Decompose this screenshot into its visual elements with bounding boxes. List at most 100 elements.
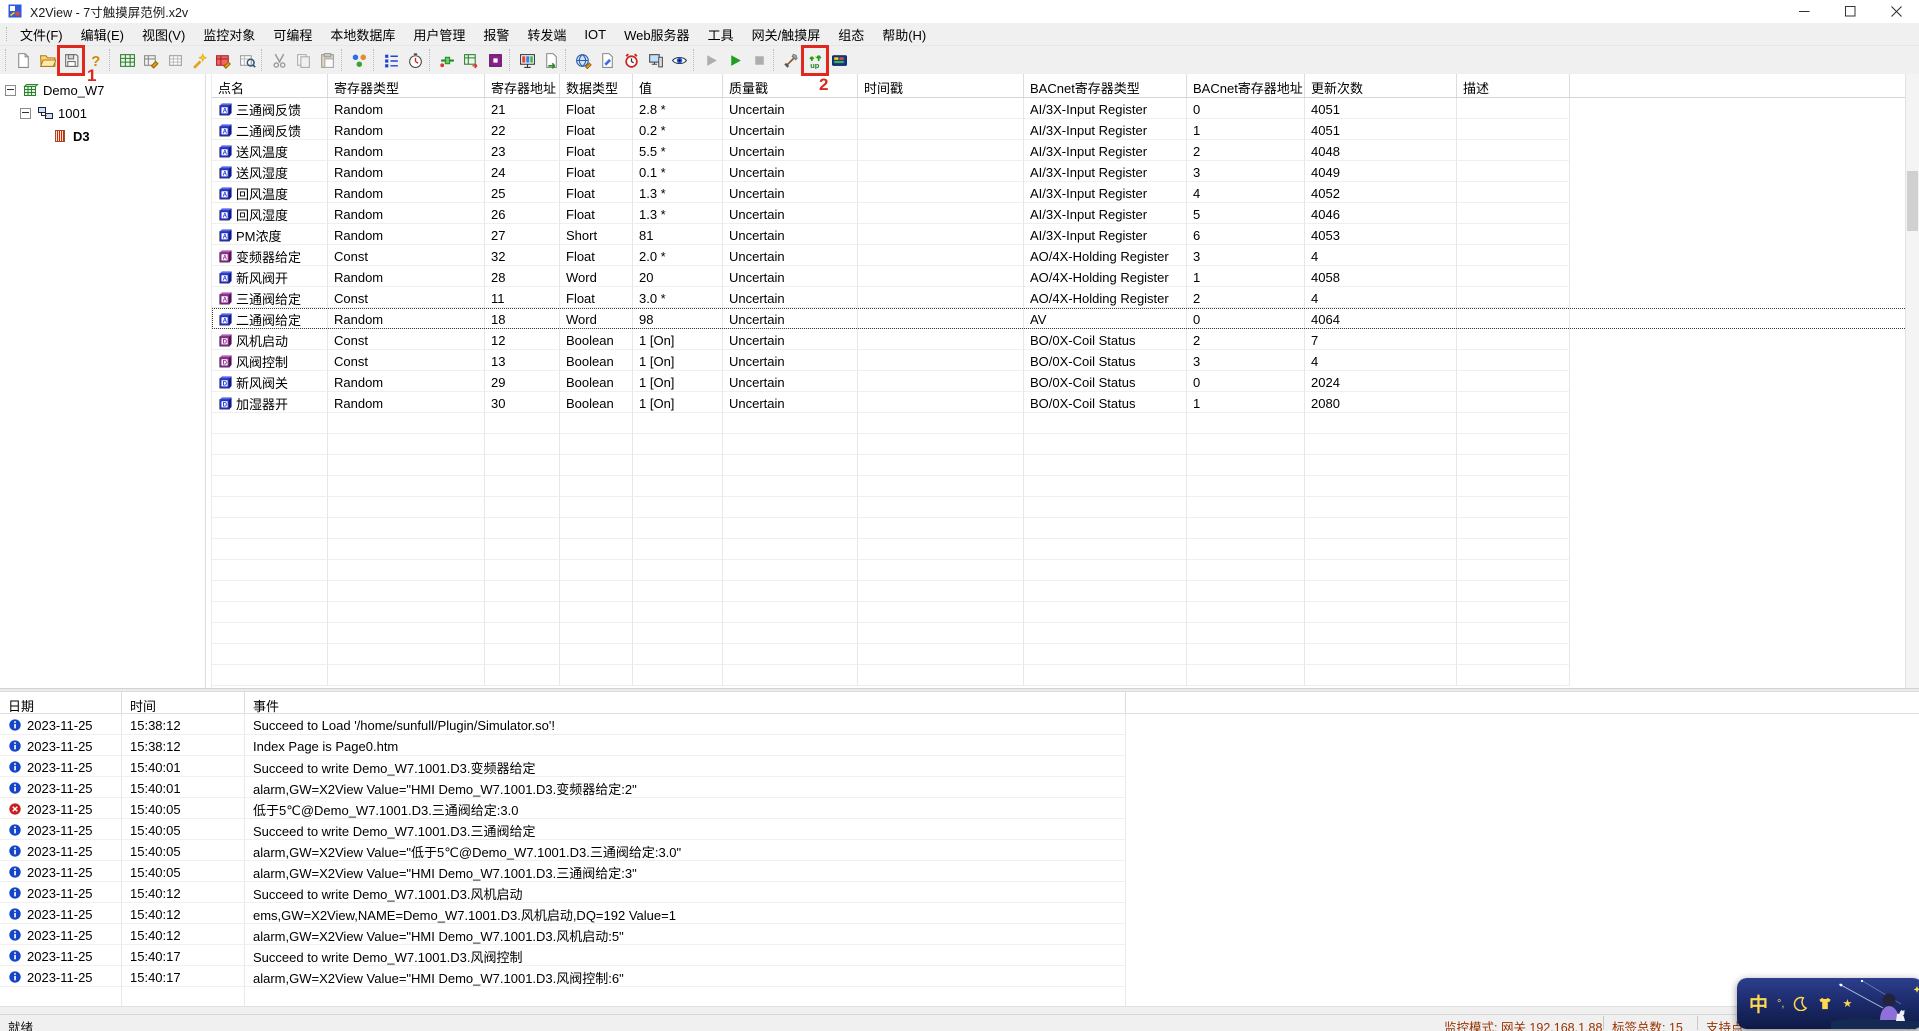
- menu-item-12[interactable]: 网关/触摸屏: [743, 23, 830, 46]
- cut-icon[interactable]: [267, 48, 291, 72]
- table-row-empty[interactable]: [212, 602, 1919, 623]
- table-row[interactable]: A 新风阀开 Random 28 Word 20 Uncertain AO/4X-Holdin…: [212, 266, 1919, 287]
- column-header-4[interactable]: 值: [633, 74, 723, 97]
- table-row-empty[interactable]: [212, 476, 1919, 497]
- tree-item-demo_w7[interactable]: Demo_W7: [5, 80, 104, 100]
- computer-icon[interactable]: [643, 48, 667, 72]
- table-row-empty[interactable]: [212, 497, 1919, 518]
- play-green-icon[interactable]: [723, 48, 747, 72]
- log-row[interactable]: 2023-11-25 15:40:05 alarm,GW=X2View Value=…: [0, 861, 1919, 882]
- column-header-3[interactable]: 数据类型: [560, 74, 633, 97]
- io-green-icon[interactable]: [435, 48, 459, 72]
- play-gray-icon[interactable]: [699, 48, 723, 72]
- column-header-1[interactable]: 寄存器类型: [328, 74, 485, 97]
- log-row[interactable]: 2023-11-25 15:40:12 Succeed to write Demo_…: [0, 882, 1919, 903]
- log-row[interactable]: 2023-11-25 15:40:05 alarm,GW=X2View Value=…: [0, 840, 1919, 861]
- log-row[interactable]: 2023-11-25 15:40:12 alarm,GW=X2View Value=…: [0, 924, 1919, 945]
- table-row[interactable]: D 加湿器开 Random 30 Boolean 1 [On] Uncertain BO/0X…: [212, 392, 1919, 413]
- table-row[interactable]: A 回风温度 Random 25 Float 1.3 * Uncertain AI/3X-In…: [212, 182, 1919, 203]
- table-row-empty[interactable]: [212, 560, 1919, 581]
- stop-gray-icon[interactable]: [747, 48, 771, 72]
- column-header-6[interactable]: 时间戳: [858, 74, 1024, 97]
- table-row[interactable]: A 二通阀反馈 Random 22 Float 0.2 * Uncertain AI/3X-I…: [212, 119, 1919, 140]
- eye-icon[interactable]: [667, 48, 691, 72]
- menu-item-9[interactable]: IOT: [575, 25, 615, 44]
- log-row[interactable]: 2023-11-25 15:40:05 Succeed to write Demo_…: [0, 819, 1919, 840]
- new-file-icon[interactable]: [11, 48, 35, 72]
- table-row[interactable]: A 变频器给定 Const 32 Float 2.0 * Uncertain AO/4X-Ho…: [212, 245, 1919, 266]
- column-header-2[interactable]: 寄存器地址: [485, 74, 560, 97]
- menu-item-2[interactable]: 视图(V): [133, 23, 194, 46]
- table-row-empty[interactable]: [212, 539, 1919, 560]
- doc-export-icon[interactable]: [539, 48, 563, 72]
- upload-up-icon[interactable]: up 2: [801, 45, 829, 94]
- red-edit-icon[interactable]: [211, 48, 235, 72]
- menu-item-14[interactable]: 帮助(H): [873, 23, 935, 46]
- table-row[interactable]: D 风阀控制 Const 13 Boolean 1 [On] Uncertain BO/0X-…: [212, 350, 1919, 371]
- log-row[interactable]: 2023-11-25 15:40:01 Succeed to write Demo_…: [0, 756, 1919, 777]
- column-header-10[interactable]: 描述: [1457, 74, 1570, 97]
- scrollbar-thumb[interactable]: [1907, 171, 1918, 231]
- table-row-empty[interactable]: [212, 665, 1919, 686]
- list-blue-icon[interactable]: [379, 48, 403, 72]
- magic-icon[interactable]: [187, 48, 211, 72]
- save-icon[interactable]: 1: [57, 45, 96, 85]
- grid-view-icon[interactable]: [235, 48, 259, 72]
- copy-icon[interactable]: [291, 48, 315, 72]
- table-row-empty[interactable]: [212, 644, 1919, 665]
- log-column-header-1[interactable]: 时间: [122, 692, 245, 714]
- table-row-empty[interactable]: [212, 434, 1919, 455]
- tree-item-1001[interactable]: 1001: [20, 103, 87, 123]
- monitor-object-icon[interactable]: [347, 48, 371, 72]
- table-row[interactable]: A 回风湿度 Random 26 Float 1.3 * Uncertain AI/3X-In…: [212, 203, 1919, 224]
- io-table-icon[interactable]: [459, 48, 483, 72]
- table-row-empty[interactable]: [212, 581, 1919, 602]
- table-row-empty[interactable]: [212, 518, 1919, 539]
- menu-item-1[interactable]: 编辑(E): [72, 23, 133, 46]
- table-row[interactable]: D 新风阀关 Random 29 Boolean 1 [On] Uncertain BO/0X…: [212, 371, 1919, 392]
- table-row[interactable]: A 三通阀反馈 Random 21 Float 2.8 * Uncertain AI/3X-I…: [212, 98, 1919, 119]
- menu-item-10[interactable]: Web服务器: [615, 23, 699, 46]
- hmi-monitor-icon[interactable]: [515, 48, 539, 72]
- table-row[interactable]: A 二通阀给定 Random 18 Word 98 Uncertain AV 0 4064: [212, 308, 1919, 329]
- log-row[interactable]: 2023-11-25 15:40:05 低于5℃@Demo_W7.1001.D3.三…: [0, 798, 1919, 819]
- hmi-screen-icon[interactable]: [827, 48, 851, 72]
- table-vertical-scrollbar[interactable]: [1905, 74, 1919, 688]
- paste-icon[interactable]: [315, 48, 339, 72]
- log-row[interactable]: 2023-11-25 15:38:12 Index Page is Page0.ht…: [0, 735, 1919, 756]
- help-icon[interactable]: ?: [83, 48, 107, 72]
- log-row[interactable]: 2023-11-25 15:40:17 alarm,GW=X2View Value=…: [0, 966, 1919, 987]
- log-horizontal-scrollbar[interactable]: [0, 1006, 1919, 1014]
- table-row[interactable]: A 三通阀给定 Const 11 Float 3.0 * Uncertain AO/4X-Ho…: [212, 287, 1919, 308]
- tree-expander-icon[interactable]: [5, 84, 16, 96]
- tree-item-d3[interactable]: D3: [35, 126, 90, 146]
- menu-item-6[interactable]: 用户管理: [404, 23, 474, 46]
- log-row[interactable]: 2023-11-25 15:40:12 ems,GW=X2View,NAME=Dem…: [0, 903, 1919, 924]
- ime-language-indicator[interactable]: 中: [1749, 990, 1768, 1017]
- grid-gray-icon[interactable]: [163, 48, 187, 72]
- grid-edit-icon[interactable]: [139, 48, 163, 72]
- menu-item-8[interactable]: 转发端: [518, 23, 575, 46]
- table-row[interactable]: A 送风温度 Random 23 Float 5.5 * Uncertain AI/3X-In…: [212, 140, 1919, 161]
- menu-item-3[interactable]: 监控对象: [194, 23, 264, 46]
- doc-edit-icon[interactable]: [595, 48, 619, 72]
- ime-moon-icon[interactable]: [1793, 996, 1808, 1011]
- tree-expander-icon[interactable]: [20, 107, 31, 119]
- plugin-purple-icon[interactable]: [483, 48, 507, 72]
- grid-green-icon[interactable]: [115, 48, 139, 72]
- maximize-button[interactable]: [1827, 0, 1873, 23]
- open-folder-icon[interactable]: [35, 48, 59, 72]
- column-header-0[interactable]: 点名: [212, 74, 328, 97]
- tools-icon[interactable]: [779, 48, 803, 72]
- table-row-empty[interactable]: [212, 413, 1919, 434]
- table-row[interactable]: D 风机启动 Const 12 Boolean 1 [On] Uncertain BO/0X-…: [212, 329, 1919, 350]
- column-header-5[interactable]: 质量戳: [723, 74, 858, 97]
- column-header-8[interactable]: BACnet寄存器地址: [1187, 74, 1305, 97]
- menu-item-7[interactable]: 报警: [474, 23, 518, 46]
- close-button[interactable]: [1873, 0, 1919, 23]
- table-row-empty[interactable]: [212, 455, 1919, 476]
- menu-item-13[interactable]: 组态: [829, 23, 873, 46]
- menu-item-5[interactable]: 本地数据库: [321, 23, 404, 46]
- column-header-9[interactable]: 更新次数: [1305, 74, 1457, 97]
- log-row[interactable]: 2023-11-25 15:40:01 alarm,GW=X2View Value=…: [0, 777, 1919, 798]
